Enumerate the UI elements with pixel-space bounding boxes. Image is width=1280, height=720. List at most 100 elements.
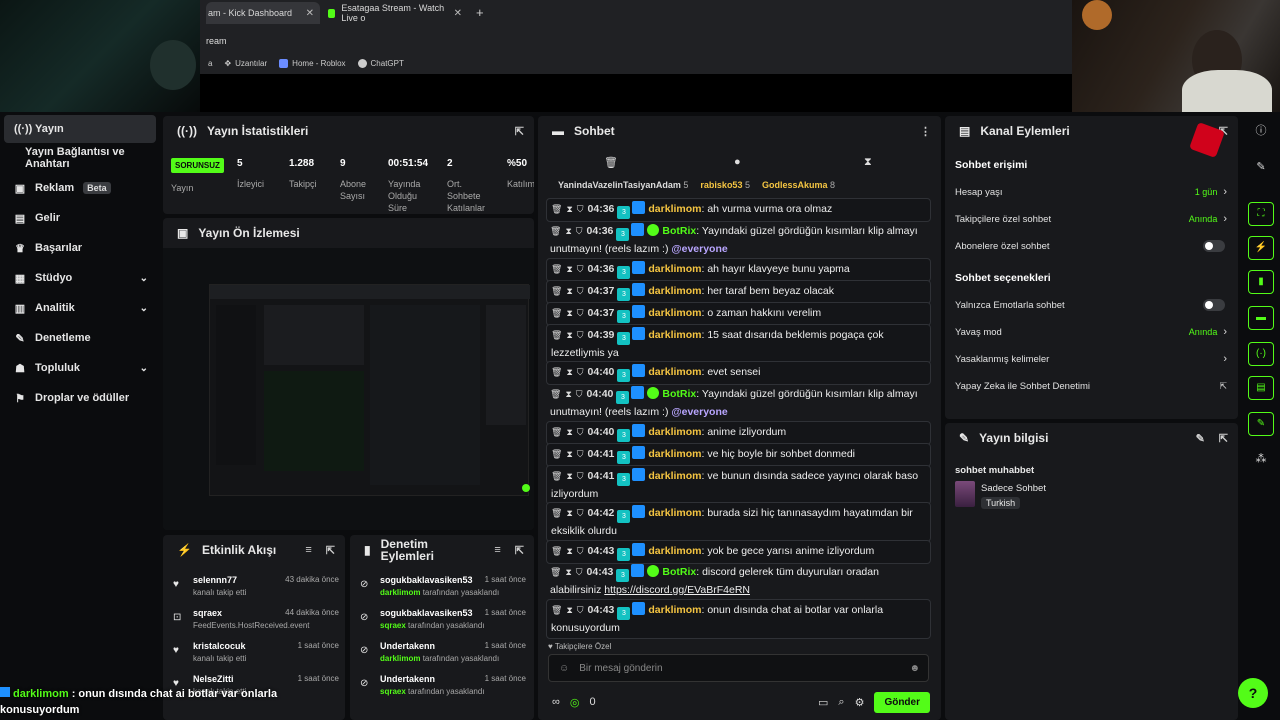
users-icon[interactable]: ∞ (552, 696, 560, 708)
chat-username[interactable]: darklimom (648, 426, 701, 438)
slow-mode-setting[interactable]: Yavaş mod Anında › (955, 321, 1227, 343)
subs-only-setting[interactable]: Abonelere özel sohbet (955, 235, 1227, 257)
smile-icon[interactable]: ☻ (909, 663, 920, 674)
sidebar-item-stream[interactable]: ((·)) Yayın (4, 115, 156, 143)
points-icon[interactable]: ◎ (570, 696, 580, 709)
hourglass-icon[interactable]: ⧗ (566, 605, 572, 615)
browser-tab-dashboard[interactable]: am - Kick Dashboard ✕ (206, 2, 320, 24)
chat-username[interactable]: BotRix (662, 388, 696, 400)
lightning-icon[interactable]: ⚡ (1248, 236, 1274, 260)
address-bar[interactable]: ream (200, 30, 1072, 52)
chat-message[interactable]: 🗑 ⧗ ⛉ 04:39 3 darklimom: 15 saat dısarıda bek… (546, 324, 931, 364)
search-icon[interactable]: ⌕ (838, 696, 844, 709)
wrench-icon[interactable]: ✎ (1248, 412, 1274, 436)
sidebar-item-analytics[interactable]: ▥ Analitik ⌄ (4, 294, 156, 322)
chat-input[interactable]: ☺ Bir mesaj gönderin ☻ (548, 654, 929, 682)
hourglass-icon[interactable]: ⧗ (566, 204, 572, 214)
trash-icon[interactable]: 🗑 (551, 367, 562, 377)
subs-only-toggle[interactable] (1203, 240, 1225, 252)
pinned-user[interactable]: YanindaVazelinTasiyanAdam 5 (558, 180, 688, 190)
chat-username[interactable]: darklimom (648, 470, 701, 482)
message-link[interactable]: https://discord.gg/EVaBrF4eRN (604, 584, 750, 596)
hourglass-icon[interactable]: ⧗ (566, 286, 572, 296)
hourglass-icon[interactable]: ⧗ (566, 367, 572, 377)
popout-icon[interactable]: ⇱ (515, 125, 524, 138)
bookmark-chatgpt[interactable]: ChatGPT (357, 58, 404, 68)
chat-username[interactable]: darklimom (648, 448, 701, 460)
trash-icon[interactable]: 🗑 (551, 308, 562, 318)
banned-words-setting[interactable]: Yasaklanmış kelimeler › (955, 348, 1227, 370)
trash-icon[interactable]: 🗑 (551, 204, 562, 214)
ai-moderation-setting[interactable]: Yapay Zeka ile Sohbet Denetimi ⇱ (955, 375, 1227, 397)
chat-username[interactable]: darklimom (648, 263, 701, 275)
emotes-only-toggle[interactable] (1203, 299, 1225, 311)
account-age-setting[interactable]: Hesap yaşı 1 gün › (955, 181, 1227, 203)
chat-username[interactable]: darklimom (648, 285, 701, 297)
trash-icon[interactable]: 🗑 (551, 449, 562, 459)
info-icon[interactable]: ⓘ (1248, 120, 1274, 142)
popout-icon[interactable]: ⇱ (326, 544, 335, 557)
layout-icon[interactable]: ▤ (1248, 376, 1274, 400)
trash-icon[interactable]: 🗑 (551, 471, 562, 481)
bookmark-extensions[interactable]: ✥ Uzantılar (224, 59, 267, 68)
chat-username[interactable]: BotRix (662, 566, 696, 578)
trash-icon[interactable]: 🗑 (551, 286, 562, 296)
close-icon[interactable]: ✕ (306, 8, 314, 19)
popout-icon[interactable]: ⇱ (1219, 432, 1228, 445)
sidebar-item-revenue[interactable]: ▤ Gelir (4, 204, 156, 232)
pinned-user[interactable]: GodlessAkuma 8 (762, 180, 835, 190)
chat-message[interactable]: 🗑 ⧗ ⛉ 04:36 3 BotRix: Yayındaki güzel gördüğü… (546, 221, 931, 259)
gear-icon[interactable]: ⚙ (855, 696, 865, 709)
chat-message[interactable]: 🗑 ⧗ ⛉ 04:43 3 darklimom: onun dısında chat ai… (546, 599, 931, 639)
sidebar-item-achievements[interactable]: ♛ Başarılar (4, 234, 156, 262)
chat-message[interactable]: 🗑 ⧗ ⛉ 04:43 3 darklimom: yok be gece yarısı a… (546, 540, 931, 564)
trash-icon[interactable]: 🗑 (551, 605, 562, 615)
chat-message[interactable]: 🗑 ⧗ ⛉ 04:37 3 darklimom: o zaman hakkını vere… (546, 302, 931, 326)
chat-username[interactable]: darklimom (648, 366, 701, 378)
hourglass-icon[interactable]: ⧗ (566, 546, 572, 556)
hourglass-icon[interactable]: ⧗ (566, 471, 572, 481)
clip-icon[interactable]: ⛶ (1248, 202, 1274, 226)
sidebar-item-moderation[interactable]: ✎ Denetleme (4, 324, 156, 352)
trash-icon[interactable]: 🗑 (604, 156, 618, 169)
hourglass-icon[interactable]: ⧗ (566, 264, 572, 274)
chat-message[interactable]: 🗑 ⧗ ⛉ 04:43 3 BotRix: discord gelerek tüm duy… (546, 562, 931, 600)
close-icon[interactable]: ✕ (454, 8, 462, 19)
edit-icon[interactable]: ✎ (1196, 432, 1205, 445)
trash-icon[interactable]: 🗑 (551, 264, 562, 274)
popout-icon[interactable]: ⇱ (515, 544, 524, 557)
more-icon[interactable]: ⋮ (920, 125, 931, 138)
hourglass-icon[interactable]: ⧗ (566, 508, 572, 518)
trash-icon[interactable]: 🗑 (550, 226, 561, 236)
filter-icon[interactable]: ≡ (494, 544, 500, 557)
hourglass-icon[interactable]: ⧗ (864, 156, 872, 169)
emote-icon[interactable]: ☺ (559, 663, 569, 674)
emotes-only-setting[interactable]: Yalnızca Emotlarla sohbet (955, 294, 1227, 316)
hourglass-icon[interactable]: ⧗ (566, 308, 572, 318)
sidebar-item-ads[interactable]: ▣ Reklam Beta (4, 174, 156, 202)
note-icon[interactable]: ▮ (1248, 270, 1274, 294)
trash-icon[interactable]: 🗑 (551, 546, 562, 556)
chat-username[interactable]: darklimom (648, 604, 701, 616)
chat-username[interactable]: darklimom (648, 307, 701, 319)
hourglass-icon[interactable]: ⧗ (565, 567, 571, 577)
help-icon[interactable]: ? (1238, 678, 1268, 708)
chat-bubble-icon[interactable]: ● (734, 156, 741, 168)
filter-icon[interactable]: ≡ (305, 544, 311, 557)
chat-message[interactable]: 🗑 ⧗ ⛉ 04:37 3 darklimom: her taraf bem beyaz … (546, 280, 931, 304)
chat-message[interactable]: 🗑 ⧗ ⛉ 04:40 3 darklimom: anime izliyordum (546, 421, 931, 445)
browser-tab-stream[interactable]: Esatagaa Stream - Watch Live o ✕ (326, 2, 468, 24)
chat-username[interactable]: darklimom (648, 203, 701, 215)
chat-message[interactable]: 🗑 ⧗ ⛉ 04:40 3 darklimom: evet sensei (546, 361, 931, 385)
new-tab-icon[interactable]: + (476, 5, 484, 20)
edit-icon[interactable]: ✎ (1248, 156, 1274, 178)
trash-icon[interactable]: 🗑 (550, 389, 561, 399)
stream-preview-video[interactable] (163, 248, 534, 530)
trash-icon[interactable]: 🗑 (551, 508, 562, 518)
chat-message[interactable]: 🗑 ⧗ ⛉ 04:42 3 darklimom: burada sizi hiç tanı… (546, 502, 931, 542)
chat-message[interactable]: 🗑 ⧗ ⛉ 04:41 3 darklimom: ve bunun dısında sad… (546, 465, 931, 505)
broadcast-icon[interactable]: (·) (1248, 342, 1274, 366)
chat-bubble-icon[interactable]: ▭ (818, 696, 828, 709)
hourglass-icon[interactable]: ⧗ (565, 389, 571, 399)
chat-username[interactable]: darklimom (648, 545, 701, 557)
